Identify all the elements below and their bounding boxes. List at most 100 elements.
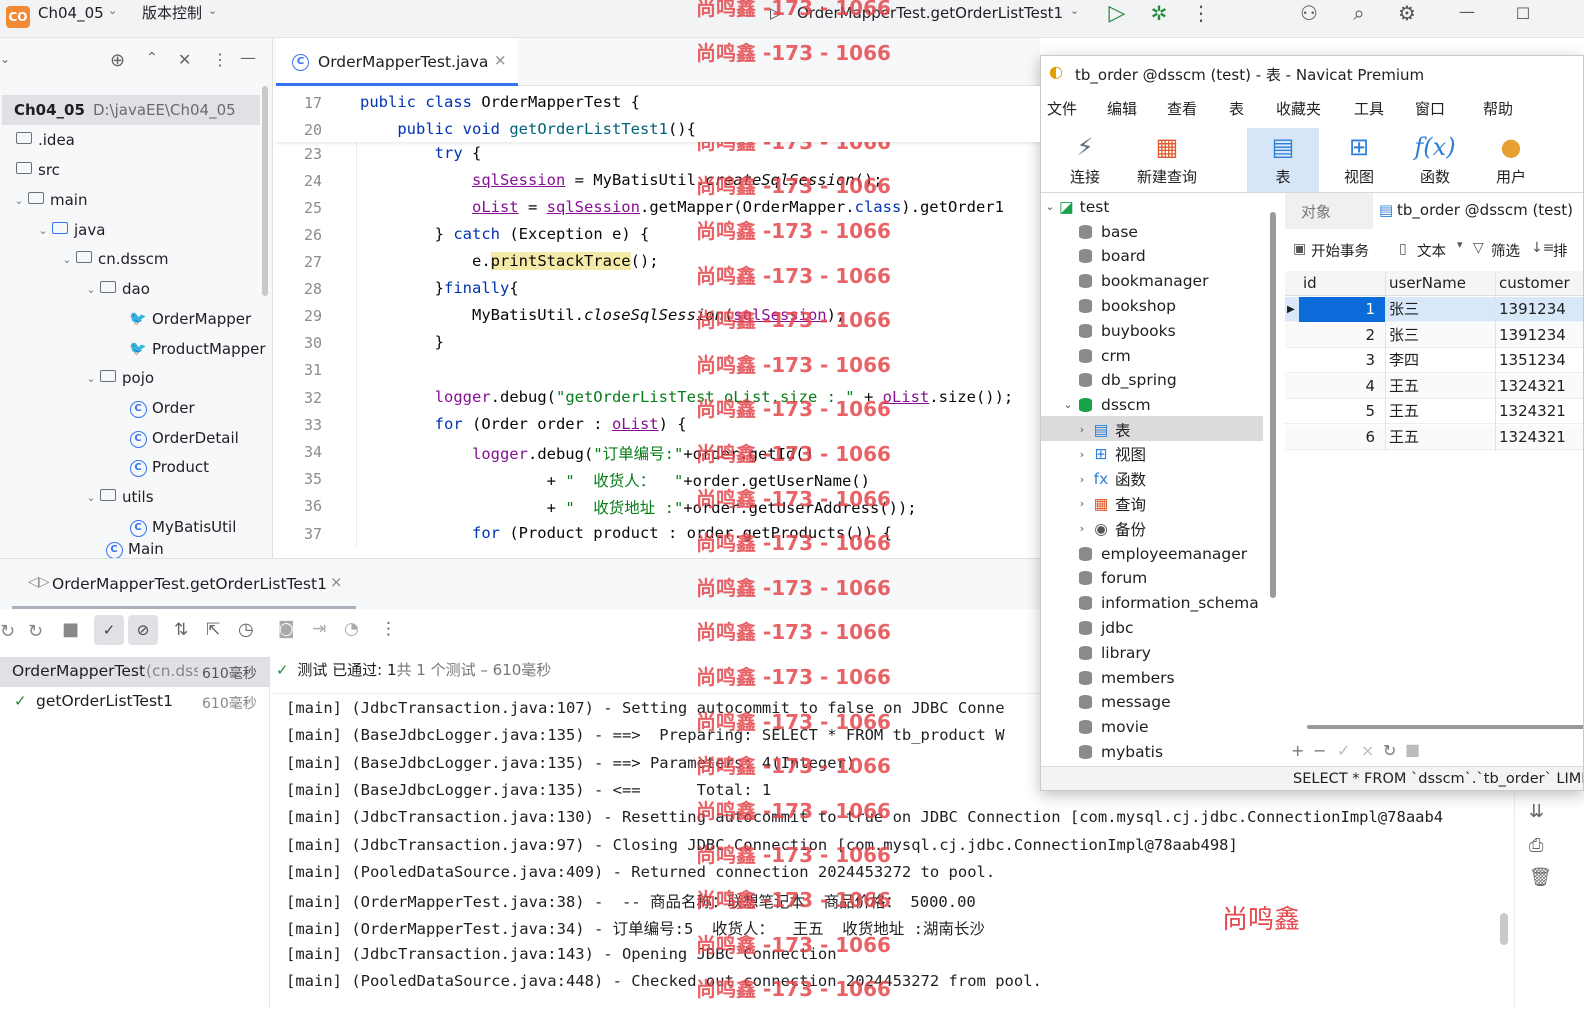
table-cell[interactable]: 2	[1299, 323, 1375, 348]
view-button[interactable]: ⊞ 视图	[1323, 128, 1395, 192]
database-item[interactable]: › ⊞ 视图	[1041, 442, 1273, 467]
tab-order-mapper-test[interactable]: C OrderMapperTest.java ×	[276, 38, 518, 86]
function-button[interactable]: f(x) 函数	[1399, 128, 1471, 192]
apply-icon[interactable]: ✓	[1337, 741, 1350, 760]
table-cell[interactable]: 王五	[1389, 399, 1493, 424]
refresh-icon[interactable]: ↻	[1383, 741, 1396, 760]
tree-item[interactable]: 🐦 OrderMapper	[0, 304, 272, 334]
sort-button[interactable]: 排	[1553, 240, 1568, 261]
add-record-icon[interactable]: +	[1291, 741, 1304, 760]
project-name[interactable]: Ch04_05	[38, 1, 104, 25]
tree-item[interactable]: C Product	[0, 452, 272, 482]
menu-favorites[interactable]: 收藏夹	[1276, 98, 1321, 119]
database-item[interactable]: › ▦ 查询	[1041, 491, 1273, 516]
tree-item[interactable]: ⌄ pojo	[0, 363, 272, 393]
connection-item[interactable]: ⌄ ◪ test	[1041, 194, 1273, 219]
project-badge[interactable]: CO	[6, 6, 30, 28]
chevron-down-icon[interactable]: ⌄	[1070, 4, 1079, 17]
more-icon[interactable]: ⋮	[380, 619, 397, 639]
table-cell[interactable]: 1351234	[1499, 348, 1583, 373]
debug-icon[interactable]: ✲	[1144, 0, 1174, 28]
chevron-down-icon[interactable]: ⌄	[12, 194, 26, 207]
import-icon[interactable]: ⇱	[206, 620, 220, 640]
chevron-down-icon[interactable]: ⌄	[36, 224, 50, 237]
tree-item[interactable]: ⌄ utils	[0, 482, 272, 512]
run-tab-label[interactable]: OrderMapperTest.getOrderListTest1	[52, 575, 327, 593]
discard-icon[interactable]: ×	[1361, 741, 1374, 760]
tree-item[interactable]: C MyBatisUtil	[0, 512, 272, 542]
new-query-button[interactable]: ▦ 新建查询	[1131, 128, 1203, 192]
column-header[interactable]: id	[1303, 271, 1383, 296]
database-item[interactable]: buybooks	[1041, 318, 1273, 343]
scrollbar[interactable]	[1307, 725, 1583, 729]
database-item[interactable]: board	[1041, 244, 1273, 269]
filter-button[interactable]: 筛选	[1491, 240, 1520, 261]
test-row-class[interactable]: OrderMapperTest (cn.dssc 610毫秒	[0, 657, 270, 687]
more-icon[interactable]: ⋮	[1186, 0, 1216, 28]
vcs-menu[interactable]: 版本控制	[142, 1, 202, 25]
chevron-right-icon[interactable]: ›	[1073, 497, 1091, 510]
database-item[interactable]: members	[1041, 665, 1273, 690]
rerun-failed-icon[interactable]: ↻	[28, 621, 43, 642]
database-item[interactable]: › ◉ 备份	[1041, 516, 1273, 541]
table-cell[interactable]: 李四	[1389, 348, 1493, 373]
menu-file[interactable]: 文件	[1047, 98, 1077, 119]
chevron-right-icon[interactable]: ›	[1073, 522, 1091, 535]
stop-icon[interactable]: ■	[62, 619, 79, 640]
sort-icon[interactable]: ⇅	[174, 620, 188, 640]
column-header[interactable]: customer	[1499, 271, 1583, 296]
tree-item[interactable]: C Main	[0, 540, 272, 558]
collapse-all-icon[interactable]: ✕	[178, 50, 191, 69]
database-item[interactable]: › fx 函数	[1041, 467, 1273, 492]
code-editor[interactable]: C OrderMapperTest.java × 17 20 23 24 25 26 27 2…	[274, 38, 1040, 558]
tree-item[interactable]: ⌄ java	[0, 215, 272, 245]
data-grid[interactable]: id userName customer ▶ 1 张三 1391234 2 张三 1391234 3…	[1285, 271, 1583, 571]
menu-help[interactable]: 帮助	[1483, 98, 1513, 119]
database-item[interactable]: employeemanager	[1041, 541, 1273, 566]
database-item[interactable]: message	[1041, 690, 1273, 715]
tree-item-root[interactable]: Ch04_05 D:\javaEE\Ch04_05	[0, 95, 272, 125]
chevron-down-icon[interactable]: ⌄	[84, 283, 98, 296]
camera-icon[interactable]: ◙	[278, 619, 295, 639]
table-cell[interactable]: 张三	[1389, 297, 1493, 322]
database-item[interactable]: forum	[1041, 566, 1273, 591]
history-icon[interactable]: ◷	[238, 619, 254, 640]
tab-tb-order[interactable]: ▤ tb_order @dsscm (test)	[1373, 193, 1583, 229]
table-cell[interactable]: 3	[1299, 348, 1375, 373]
column-header[interactable]: userName	[1389, 271, 1493, 296]
run-icon[interactable]: ▷	[1102, 0, 1132, 28]
tree-item[interactable]: 🐦 ProductMapper	[0, 334, 272, 364]
table-cell[interactable]: 张三	[1389, 323, 1493, 348]
database-item[interactable]: bookshop	[1041, 293, 1273, 318]
table-cell[interactable]: 1324321	[1499, 425, 1583, 450]
maximize-icon[interactable]: ☐	[1508, 0, 1538, 28]
table-cell[interactable]: 1324321	[1499, 374, 1583, 399]
table-cell[interactable]: 6	[1299, 425, 1375, 450]
table-cell[interactable]: 1324321	[1499, 399, 1583, 424]
database-item[interactable]: mybatis	[1041, 739, 1273, 764]
menu-table[interactable]: 表	[1229, 98, 1244, 119]
chevron-right-icon[interactable]: ›	[1073, 473, 1091, 486]
expand-all-icon[interactable]: ⌃	[146, 50, 158, 66]
begin-transaction-button[interactable]: 开始事务	[1311, 240, 1369, 261]
tree-item[interactable]: ⌄ dao	[0, 274, 272, 304]
options-icon[interactable]: ⋮	[212, 50, 228, 69]
text-button[interactable]: 文本	[1417, 240, 1446, 261]
chevron-right-icon[interactable]: ›	[1073, 423, 1091, 436]
table-cell[interactable]: 5	[1299, 399, 1375, 424]
database-item[interactable]: › ▤ 表	[1041, 417, 1273, 442]
connect-button[interactable]: ⚡ 连接	[1049, 128, 1121, 192]
database-item[interactable]: information_schema	[1041, 591, 1273, 616]
scrollbar[interactable]	[1270, 212, 1276, 598]
stop-icon[interactable]: ■	[1405, 740, 1420, 759]
close-icon[interactable]: ×	[494, 51, 507, 69]
table-button[interactable]: ▤ 表	[1247, 128, 1319, 192]
chevron-down-icon[interactable]: ⌄	[1059, 398, 1077, 411]
database-item[interactable]: base	[1041, 219, 1273, 244]
table-cell[interactable]: 王五	[1389, 374, 1493, 399]
scrollbar[interactable]	[262, 86, 268, 296]
tree-item[interactable]: C Order	[0, 393, 272, 423]
show-passed-icon[interactable]: ✓	[94, 615, 124, 645]
scrollbar[interactable]	[1500, 913, 1508, 945]
database-item[interactable]: library	[1041, 640, 1273, 665]
